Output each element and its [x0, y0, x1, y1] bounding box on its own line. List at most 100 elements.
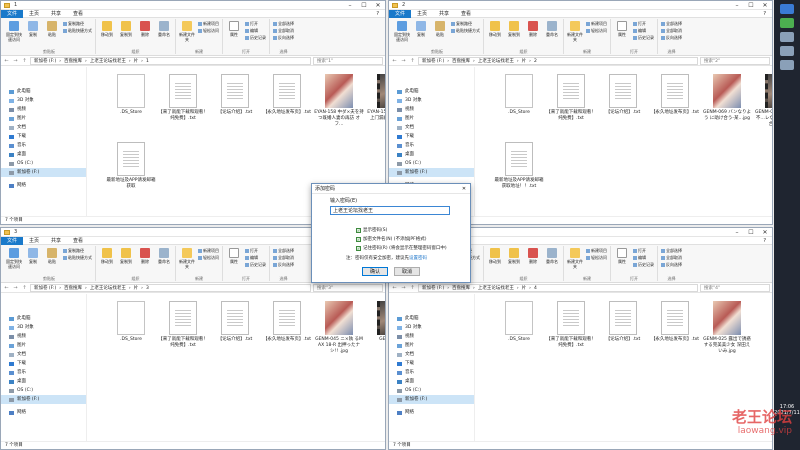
move-to-button[interactable]: 移动到 — [487, 19, 503, 37]
file-item[interactable]: 【论坛介绍】.txt — [597, 71, 649, 129]
maximize-button[interactable]: ☐ — [357, 1, 371, 10]
forward-icon[interactable]: → — [12, 58, 19, 64]
file-item[interactable]: 最新地址及APP请发邮箱获取 — [105, 139, 157, 197]
nav-pc[interactable]: 此电脑 — [389, 87, 474, 96]
new-item-button[interactable]: 新建项目 — [586, 248, 607, 254]
close-button[interactable]: ✕ — [371, 1, 385, 10]
tab-file[interactable]: 文件 — [1, 9, 24, 18]
paste-shortcut-button[interactable]: 粘贴快捷方式 — [63, 255, 92, 261]
breadcrumb-item[interactable]: 新加卷 (F:) — [422, 285, 444, 291]
breadcrumb[interactable]: 新加卷 (F:) › 百盘搜库 › 上老王论坛找老王 › 片 › 4 — [418, 283, 698, 292]
history-button[interactable]: 历史记录 — [633, 35, 654, 41]
tab-view[interactable]: 查看 — [455, 10, 477, 18]
file-item[interactable]: EYAN-158 中ダ×夫を持つ既婚人妻の再訪 オフ… — [313, 71, 365, 129]
breadcrumb[interactable]: 新加卷 (F:) › 百盘搜库 › 上老王论坛找老王 › 片 › 3 — [30, 283, 311, 292]
nav-pc[interactable]: 此电脑 — [1, 87, 86, 96]
back-icon[interactable]: ← — [391, 58, 398, 64]
app-icon[interactable] — [780, 46, 794, 56]
breadcrumb-item[interactable]: 上老王论坛找老王 — [90, 58, 126, 64]
minimize-button[interactable]: – — [343, 1, 357, 10]
nav-network[interactable]: 网络 — [1, 181, 86, 190]
breadcrumb-item[interactable]: 片 — [134, 58, 139, 64]
help-icon[interactable]: ? — [757, 237, 772, 245]
file-item[interactable]: GENM-025 露出で誘惑する完美美少女 深田えいみ.jpg — [701, 298, 753, 356]
edit-button[interactable]: 编辑 — [633, 28, 654, 34]
nav-video[interactable]: 视频 — [389, 332, 474, 341]
file-item[interactable]: 【永久地址发布页】.txt — [261, 71, 313, 129]
tab-file[interactable]: 文件 — [389, 9, 412, 18]
app-icon[interactable] — [780, 4, 794, 14]
search-input[interactable]: 搜索"2" — [700, 56, 770, 65]
nav-os-c[interactable]: OS (C:) — [1, 159, 86, 168]
breadcrumb-item[interactable]: 新加卷 (F:) — [34, 58, 56, 64]
tab-home[interactable]: 主页 — [411, 10, 433, 18]
app-icon[interactable] — [780, 32, 794, 42]
nav-music[interactable]: 音乐 — [1, 368, 86, 377]
open-button[interactable]: 打开 — [245, 21, 266, 27]
nav-new-volume[interactable]: 新加卷 (F:) — [389, 168, 474, 177]
tab-share[interactable]: 共享 — [45, 237, 67, 245]
file-item[interactable]: .DS_Store — [105, 71, 157, 129]
up-icon[interactable]: ↑ — [409, 58, 416, 64]
nav-documents[interactable]: 文档 — [389, 123, 474, 132]
file-item[interactable]: .DS_Store — [105, 298, 157, 356]
nav-os-c[interactable]: OS (C:) — [389, 159, 474, 168]
breadcrumb-item[interactable]: 片 — [134, 285, 139, 291]
nav-os-c[interactable]: OS (C:) — [1, 386, 86, 395]
nav-desktop[interactable]: 桌面 — [389, 150, 474, 159]
up-icon[interactable]: ↑ — [21, 285, 28, 291]
properties-button[interactable]: 属性 — [226, 19, 242, 37]
help-icon[interactable]: ? — [757, 10, 772, 18]
properties-button[interactable]: 属性 — [614, 246, 630, 264]
nav-desktop[interactable]: 桌面 — [1, 150, 86, 159]
tab-file[interactable]: 文件 — [1, 236, 24, 245]
pin-button[interactable]: 固定到快速访问 — [6, 19, 22, 42]
nav-network[interactable]: 网络 — [1, 408, 86, 417]
invert-selection-button[interactable]: 反向选择 — [661, 35, 682, 41]
tab-share[interactable]: 共享 — [45, 10, 67, 18]
properties-button[interactable]: 属性 — [226, 246, 242, 264]
nav-3d[interactable]: 3D 对象 — [1, 96, 86, 105]
file-item[interactable]: 【来了就能下载和观看！纯免费】.txt — [545, 298, 597, 356]
password-input[interactable]: 上老王论坛找老王 — [330, 206, 450, 215]
nav-documents[interactable]: 文档 — [1, 350, 86, 359]
nav-new-volume[interactable]: 新加卷 (F:) — [389, 395, 474, 404]
copy-to-button[interactable]: 复制到 — [118, 246, 134, 264]
paste-shortcut-button[interactable]: 粘贴快捷方式 — [451, 28, 480, 34]
app-icon[interactable] — [780, 60, 794, 70]
edit-button[interactable]: 编辑 — [633, 255, 654, 261]
new-folder-button[interactable]: 新建文件夹 — [567, 19, 583, 42]
minimize-button[interactable]: – — [730, 1, 744, 10]
close-button[interactable]: ✕ — [758, 1, 772, 10]
select-none-button[interactable]: 全部取消 — [273, 255, 294, 261]
new-folder-button[interactable]: 新建文件夹 — [179, 246, 195, 269]
select-none-button[interactable]: 全部取消 — [661, 28, 682, 34]
forward-icon[interactable]: → — [400, 285, 407, 291]
nav-video[interactable]: 视频 — [1, 105, 86, 114]
select-all-button[interactable]: 全部选择 — [273, 248, 294, 254]
new-item-button[interactable]: 新建项目 — [198, 248, 219, 254]
file-item[interactable]: GENM-069-用然会死在不…レないよう に助け合う.mp4 — [753, 71, 772, 129]
nav-music[interactable]: 音乐 — [1, 141, 86, 150]
file-item[interactable]: 【来了就能下载和观看！纯免费】.txt — [157, 298, 209, 356]
copy-to-button[interactable]: 复制到 — [118, 19, 134, 37]
file-item[interactable]: 【永久地址发布页】.txt — [261, 298, 313, 356]
close-icon[interactable]: ✕ — [458, 186, 470, 192]
breadcrumb-item[interactable]: 片 — [522, 285, 527, 291]
rename-button[interactable]: 重命名 — [156, 246, 172, 264]
nav-3d[interactable]: 3D 对象 — [389, 323, 474, 332]
file-item[interactable]: 【永久地址发布页】.txt — [649, 298, 701, 356]
move-to-button[interactable]: 移动到 — [487, 246, 503, 264]
easy-access-button[interactable]: 轻松访问 — [586, 28, 607, 34]
new-folder-button[interactable]: 新建文件夹 — [179, 19, 195, 42]
close-button[interactable]: ✕ — [758, 228, 772, 237]
rename-button[interactable]: 重命名 — [544, 246, 560, 264]
breadcrumb-item[interactable]: 新加卷 (F:) — [34, 285, 56, 291]
tab-home[interactable]: 主页 — [23, 10, 45, 18]
file-item[interactable]: 【来了就能下载和观看！纯免费】.txt — [157, 71, 209, 129]
delete-button[interactable]: 删除 — [137, 19, 153, 37]
nav-new-volume[interactable]: 新加卷 (F:) — [1, 395, 86, 404]
tab-home[interactable]: 主页 — [23, 237, 45, 245]
edit-button[interactable]: 编辑 — [245, 255, 266, 261]
select-none-button[interactable]: 全部取消 — [661, 255, 682, 261]
